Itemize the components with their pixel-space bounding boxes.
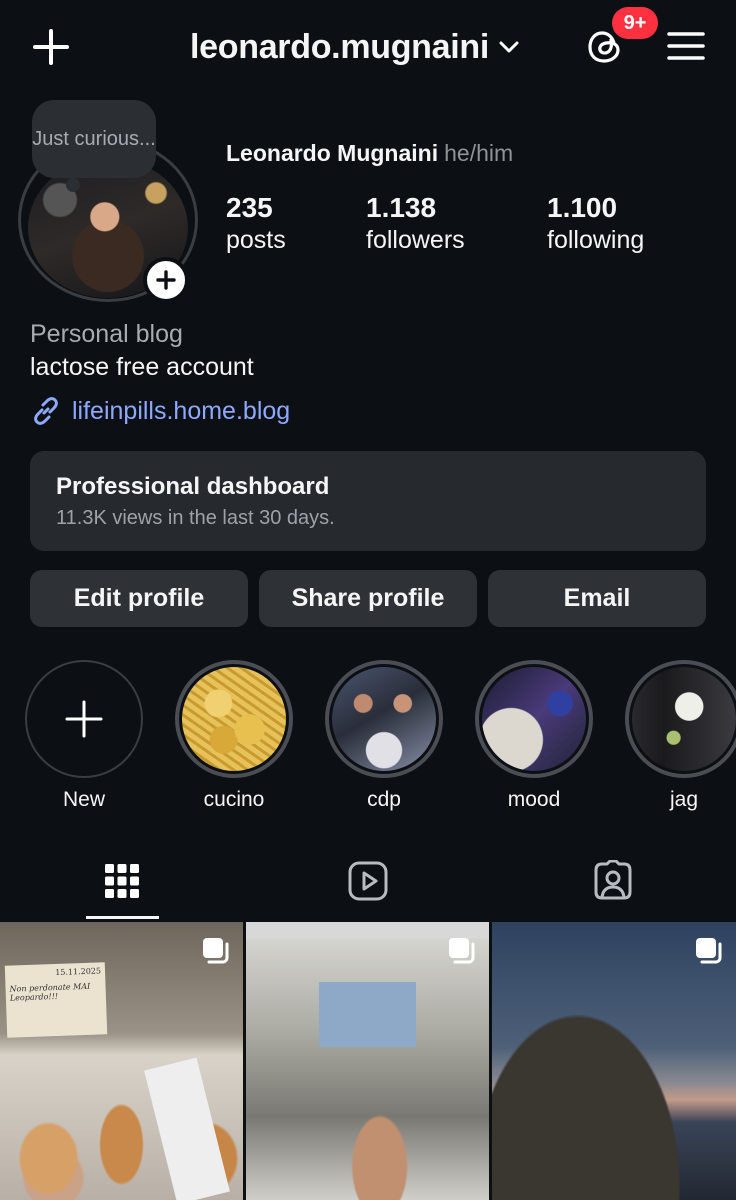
highlight-mood[interactable]: mood [475,660,593,812]
stat-label: followers [366,226,465,254]
username: leonardo.mugnaini [190,27,490,66]
highlight-cover [182,667,286,771]
tagged-icon [594,860,632,900]
note-date: 15.11.2025 [55,966,102,978]
bio-link-text: lifeinpills.home.blog [72,396,291,425]
create-button[interactable] [28,24,74,70]
grid-post-1[interactable]: 15.11.2025 Non perdonate MAI Leopardo!!! [0,922,243,1200]
note-bubble-tail [66,178,80,192]
grid-post-3[interactable] [492,922,736,1200]
highlight-cucino[interactable]: cucino [175,660,293,812]
carousel-icon [449,938,475,964]
highlight-cover [482,667,586,771]
grid-icon [105,864,139,898]
stat-following[interactable]: 1.100 following [547,192,644,256]
profile-category: Personal blog [30,320,183,348]
note-text: Non perdonate MAI Leopardo!!! [9,981,91,1003]
highlight-cover [332,667,436,771]
share-profile-button[interactable]: Share profile [259,570,477,627]
stat-label: posts [226,226,286,254]
plus-icon [33,29,69,65]
highlight-jag[interactable]: jag [625,660,736,812]
add-story-button[interactable] [143,257,189,303]
highlight-ring [475,660,593,778]
tab-reels[interactable] [328,852,408,910]
tab-posts[interactable] [82,852,162,910]
account-switcher[interactable]: leonardo.mugnaini [190,26,519,68]
plus-icon [65,700,103,738]
stat-value: 235 [226,192,273,223]
link-icon [34,397,58,425]
chevron-down-icon [499,41,519,53]
highlight-ring [325,660,443,778]
highlight-label: mood [507,788,561,811]
pronouns: he/him [444,140,514,166]
highlight-label: cucino [203,788,265,811]
highlight-label: cdp [367,788,401,811]
dashboard-title: Professional dashboard [56,473,330,500]
carousel-icon [696,938,722,964]
highlight-ring [25,660,143,778]
professional-dashboard[interactable]: Professional dashboard 11.3K views in th… [30,451,706,551]
highlight-ring [175,660,293,778]
stat-value: 1.138 [366,192,437,223]
grid-post-2[interactable] [246,922,489,1200]
note-bubble[interactable]: Just curious... [32,100,156,178]
highlight-cdp[interactable]: cdp [325,660,443,812]
stat-value: 1.100 [547,192,618,223]
stat-label: following [547,226,645,254]
menu-button[interactable] [664,26,708,66]
reels-icon [348,861,388,901]
highlight-cover [632,667,736,771]
highlight-label: jag [669,788,699,811]
active-tab-indicator [86,916,159,919]
handwritten-note: 15.11.2025 Non perdonate MAI Leopardo!!! [4,962,108,1038]
notification-badge: 9+ [612,7,658,39]
highlight-new[interactable]: New [25,660,143,812]
plus-icon [156,270,176,290]
highlight-ring [625,660,736,778]
full-name-text: Leonardo Mugnaini [226,140,439,166]
full-name: Leonardo Mugnaini he/him [226,140,513,167]
email-button[interactable]: Email [488,570,706,627]
stat-posts[interactable]: 235 posts [226,192,286,256]
dashboard-subtitle: 11.3K views in the last 30 days. [56,507,335,529]
stat-followers[interactable]: 1.138 followers [366,192,465,256]
bio-link[interactable]: lifeinpills.home.blog [30,395,290,427]
tab-tagged[interactable] [573,852,653,910]
highlight-label: New [62,788,105,811]
carousel-icon [203,938,229,964]
edit-profile-button[interactable]: Edit profile [30,570,248,627]
menu-icon [667,32,705,60]
bio-text: lactose free account [30,353,254,381]
